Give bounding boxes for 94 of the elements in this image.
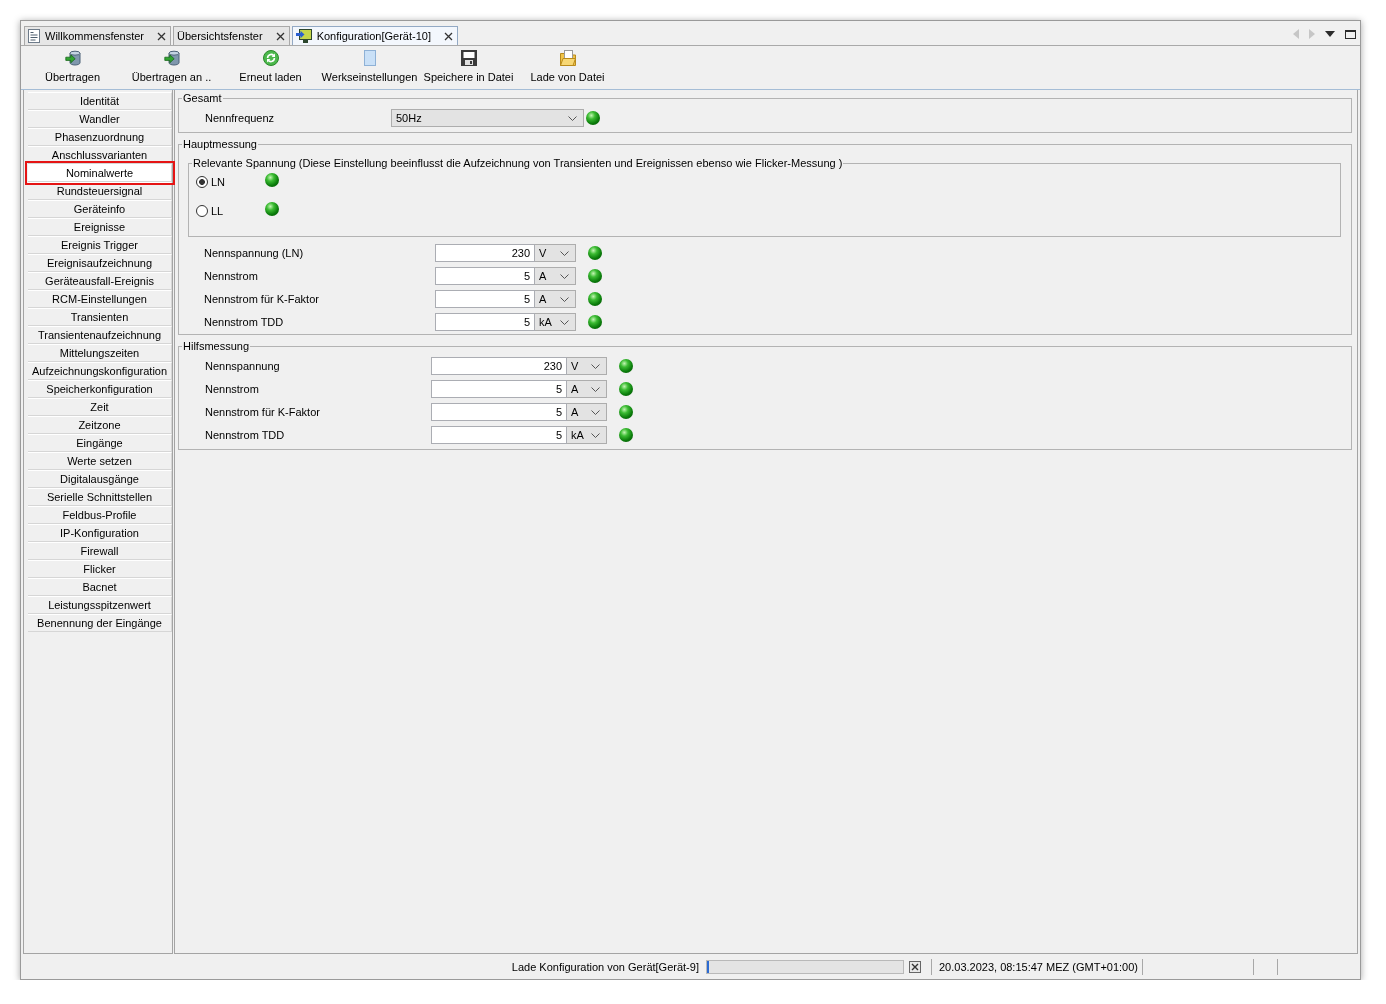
field-label: Nennspannung bbox=[205, 360, 280, 372]
number-input[interactable]: 5 bbox=[435, 290, 535, 308]
field-label: Nennspannung (LN) bbox=[204, 247, 304, 259]
field-label: Nennfrequenz bbox=[205, 112, 275, 124]
close-icon[interactable] bbox=[275, 31, 285, 41]
dropdown[interactable]: 50Hz bbox=[391, 109, 584, 127]
radio-label[interactable]: LN bbox=[211, 176, 226, 188]
sidebar-item[interactable]: Transienten bbox=[28, 308, 172, 326]
radio-button[interactable] bbox=[196, 176, 208, 188]
sidebar-item[interactable]: Bacnet bbox=[28, 578, 172, 596]
section-title: Hauptmessung bbox=[182, 138, 258, 150]
field-label: Nennstrom für K-Faktor bbox=[205, 406, 320, 418]
document-icon bbox=[28, 29, 40, 43]
sidebar-item[interactable]: Ereignisaufzeichnung bbox=[28, 254, 172, 272]
number-input[interactable]: 5 bbox=[431, 380, 567, 398]
unit-dropdown[interactable]: A bbox=[567, 380, 607, 398]
field-label: Nennstrom TDD bbox=[205, 429, 285, 441]
sidebar-item[interactable]: Firewall bbox=[28, 542, 172, 560]
database-arrow-icon[interactable] bbox=[64, 50, 81, 66]
sidebar-item[interactable]: Speicherkonfiguration bbox=[28, 380, 172, 398]
chevron-down-icon[interactable] bbox=[568, 115, 577, 121]
unit-dropdown[interactable]: V bbox=[535, 244, 576, 262]
number-input[interactable]: 230 bbox=[431, 357, 567, 375]
unit-dropdown[interactable]: A bbox=[567, 403, 607, 421]
sidebar-item[interactable]: Nominalwerte bbox=[28, 164, 172, 182]
section-title: Gesamt bbox=[182, 92, 223, 104]
sidebar-item[interactable]: RCM-Einstellungen bbox=[28, 290, 172, 308]
sidebar-item[interactable]: Serielle Schnittstellen bbox=[28, 488, 172, 506]
toolbar-button[interactable]: Übertragen an .. bbox=[122, 46, 221, 89]
sidebar-item[interactable]: Identität bbox=[28, 92, 172, 110]
chevron-down-icon[interactable] bbox=[591, 409, 600, 415]
sidebar-item[interactable]: IP-Konfiguration bbox=[28, 524, 172, 542]
save-icon[interactable] bbox=[460, 50, 477, 66]
field-label: Nennstrom bbox=[204, 270, 258, 282]
sidebar-item[interactable]: Digitalausgänge bbox=[28, 470, 172, 488]
chevron-down-icon[interactable] bbox=[591, 363, 600, 369]
folder-icon[interactable] bbox=[559, 50, 576, 66]
unit-dropdown[interactable]: A bbox=[535, 290, 576, 308]
sidebar-item[interactable]: Zeitzone bbox=[28, 416, 172, 434]
chevron-down-icon[interactable] bbox=[560, 273, 569, 279]
sidebar-item[interactable]: Flicker bbox=[28, 560, 172, 578]
chevron-down-icon[interactable] bbox=[591, 386, 600, 392]
number-input[interactable]: 5 bbox=[431, 403, 567, 421]
toolbar-button[interactable]: Werkseinstellungen bbox=[320, 46, 419, 89]
number-input[interactable]: 5 bbox=[435, 313, 535, 331]
sidebar-item[interactable]: Leistungsspitzenwert bbox=[28, 596, 172, 614]
sidebar-item[interactable]: Feldbus-Profile bbox=[28, 506, 172, 524]
database-arrow-icon[interactable] bbox=[163, 50, 180, 66]
toolbar-button[interactable]: Speichere in Datei bbox=[419, 46, 518, 89]
unit-dropdown[interactable]: kA bbox=[535, 313, 576, 331]
sidebar-item[interactable]: Ereignisse bbox=[28, 218, 172, 236]
chevron-down-icon[interactable] bbox=[560, 319, 569, 325]
number-input[interactable]: 230 bbox=[435, 244, 535, 262]
sidebar-item[interactable]: Eingänge bbox=[28, 434, 172, 452]
tab[interactable]: Willkommensfenster bbox=[24, 26, 172, 45]
sidebar-item[interactable]: Geräteinfo bbox=[28, 200, 172, 218]
sidebar-item[interactable]: Werte setzen bbox=[28, 452, 172, 470]
radio-button[interactable] bbox=[196, 205, 208, 217]
close-icon[interactable] bbox=[157, 31, 167, 41]
sidebar-item[interactable]: Phasenzuordnung bbox=[28, 128, 172, 146]
unit-dropdown[interactable]: A bbox=[535, 267, 576, 285]
caret-down-icon[interactable] bbox=[1325, 31, 1335, 37]
sidebar-item[interactable]: Zeit bbox=[28, 398, 172, 416]
sidebar-item[interactable]: Wandler bbox=[28, 110, 172, 128]
number-input[interactable]: 5 bbox=[435, 267, 535, 285]
maximize-icon[interactable] bbox=[1345, 29, 1356, 39]
refresh-icon[interactable] bbox=[262, 50, 279, 66]
option-group-title: Relevante Spannung (Diese Einstellung beeinflusst die Aufzeichnung von Transienten und Ereignissen ebenso wie Flicker-Messung ) bbox=[192, 157, 844, 169]
cancel-icon[interactable] bbox=[908, 960, 921, 973]
status-datetime: 20.03.2023, 08:15:47 MEZ (GMT+01:00) bbox=[938, 960, 1138, 973]
sidebar-item[interactable]: Transientenaufzeichnung bbox=[28, 326, 172, 344]
chevron-down-icon[interactable] bbox=[560, 296, 569, 302]
sidebar-item[interactable]: Mittelungszeiten bbox=[28, 344, 172, 362]
unit-dropdown[interactable]: V bbox=[567, 357, 607, 375]
number-input[interactable]: 5 bbox=[431, 426, 567, 444]
toolbar-button[interactable]: Erneut laden bbox=[221, 46, 320, 89]
toolbar-button[interactable]: Lade von Datei bbox=[518, 46, 617, 89]
tab[interactable]: Übersichtsfenster bbox=[173, 26, 290, 45]
field-label: Nennstrom bbox=[205, 383, 259, 395]
field-label: Nennstrom für K-Faktor bbox=[204, 293, 319, 305]
sidebar-item[interactable]: Aufzeichnungskonfiguration bbox=[28, 362, 172, 380]
chevron-down-icon[interactable] bbox=[560, 250, 569, 256]
status-message: Lade Konfiguration von Gerät[Gerät-9] bbox=[511, 960, 699, 973]
unit-dropdown[interactable]: kA bbox=[567, 426, 607, 444]
field-label: Nennstrom TDD bbox=[204, 316, 284, 328]
sidebar-item[interactable]: Benennung der Eingänge bbox=[28, 614, 172, 632]
tab[interactable]: Konfiguration[Gerät-10] bbox=[291, 26, 458, 45]
sidebar-item[interactable]: Geräteausfall-Ereignis bbox=[28, 272, 172, 290]
toolbar-button[interactable]: Übertragen bbox=[23, 46, 122, 89]
chevron-down-icon[interactable] bbox=[591, 432, 600, 438]
close-icon[interactable] bbox=[444, 31, 453, 41]
sidebar-item[interactable]: Ereignis Trigger bbox=[28, 236, 172, 254]
section-title: Hilfsmessung bbox=[182, 340, 251, 352]
radio-label[interactable]: LL bbox=[211, 205, 224, 217]
